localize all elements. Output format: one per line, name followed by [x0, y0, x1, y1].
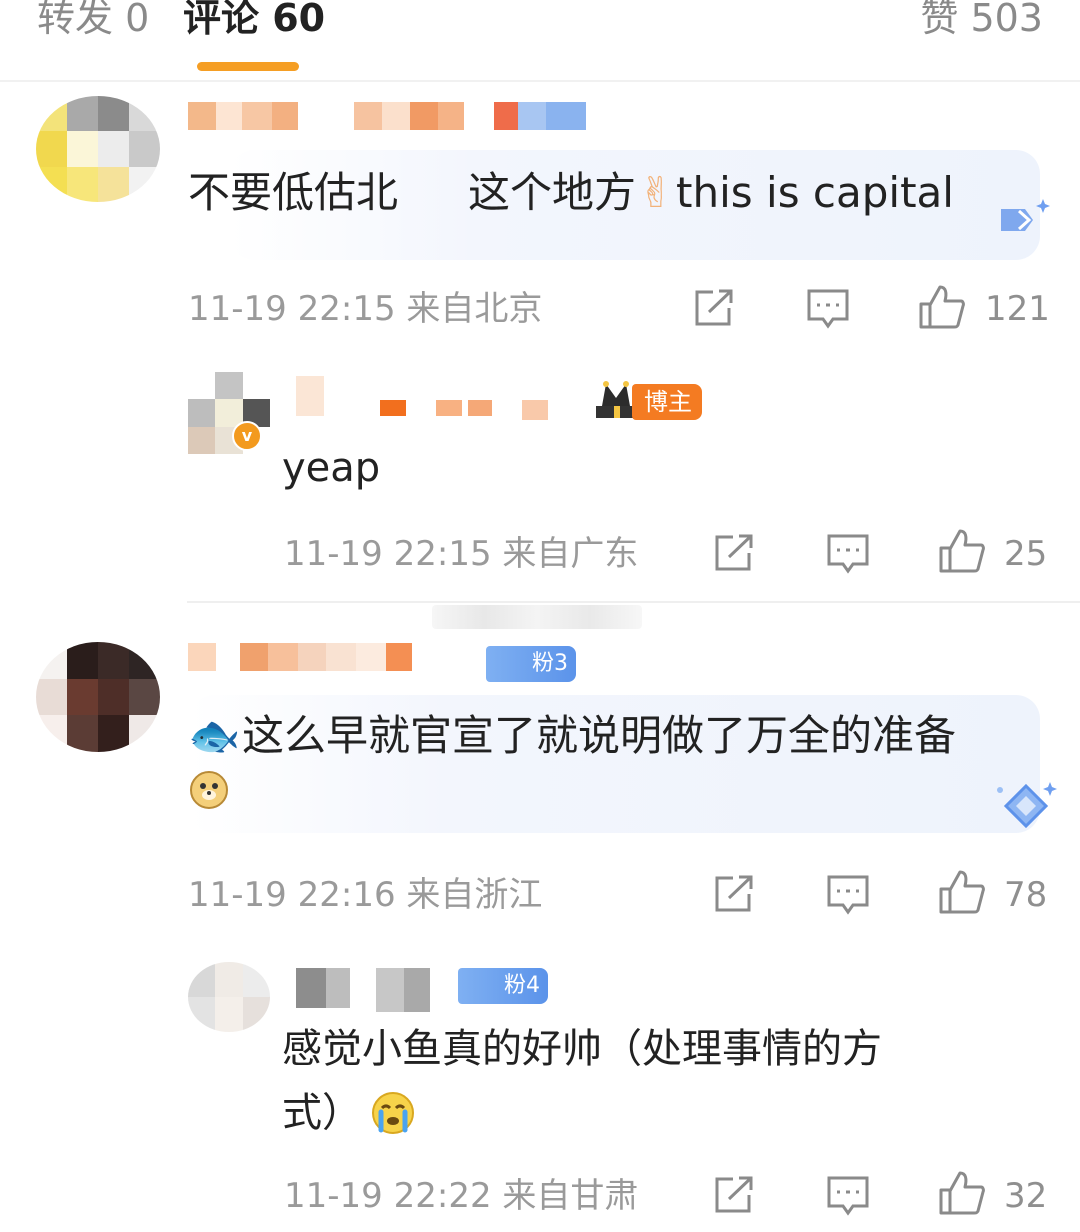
comment-icon[interactable]	[826, 533, 870, 575]
tab-divider	[0, 80, 1080, 82]
finger-heart-emoji-icon: ✌	[638, 168, 674, 217]
like-icon[interactable]	[938, 869, 986, 915]
avatar[interactable]	[36, 96, 160, 202]
share-icon[interactable]	[713, 533, 755, 573]
active-tab-indicator	[197, 62, 299, 71]
watermark-blur	[432, 605, 642, 629]
like-count: 121	[985, 289, 1050, 329]
share-icon[interactable]	[713, 1175, 755, 1215]
crying-emoji-icon	[370, 1090, 416, 1140]
reply-timestamp: 11-19 22:22 来自甘肃	[284, 1176, 639, 1216]
share-icon[interactable]	[713, 874, 755, 914]
comment-timestamp: 11-19 22:16 来自浙江	[188, 875, 543, 915]
like-count: 78	[1004, 875, 1048, 915]
share-icon[interactable]	[693, 288, 735, 328]
username-blurred[interactable]	[188, 643, 440, 671]
verified-badge-icon: v	[232, 421, 262, 451]
doge-emoji-icon	[188, 768, 230, 814]
fan-level-badge: 粉3	[486, 646, 576, 682]
comment-text: 不要低估北 这个地方✌this is capital	[188, 165, 954, 221]
comment-icon[interactable]	[806, 288, 850, 330]
reply-text: 感觉小鱼真的好帅（处理事情的方	[282, 1026, 882, 1072]
tab-repost[interactable]: 转发 0	[37, 0, 149, 44]
like-count: 32	[1004, 1176, 1048, 1216]
reply-text-line2: 式）	[282, 1090, 362, 1136]
avatar[interactable]	[188, 962, 270, 1032]
diamond-decoration-icon	[992, 780, 1062, 840]
tab-comments[interactable]: 评论 60	[183, 0, 325, 44]
comment-icon[interactable]	[826, 874, 870, 916]
avatar[interactable]	[36, 642, 160, 752]
comment-text: 🐟这么早就官宣了就说明做了万全的准备	[188, 708, 956, 764]
comment-timestamp: 11-19 22:15 来自北京	[188, 289, 543, 329]
reply-text: yeap	[282, 445, 381, 491]
username-blurred[interactable]	[188, 102, 586, 130]
fish-emoji-icon: 🐟	[188, 711, 241, 760]
comment-icon[interactable]	[826, 1175, 870, 1217]
username-blurred[interactable]	[296, 376, 548, 420]
tab-likes[interactable]: 赞 503	[920, 0, 1043, 44]
host-badge: 博主	[632, 384, 702, 420]
username-blurred[interactable]	[296, 968, 430, 1012]
sparkle-decoration-icon	[995, 195, 1055, 249]
like-icon[interactable]	[938, 528, 986, 574]
reply-timestamp: 11-19 22:15 来自广东	[284, 534, 639, 574]
like-count: 25	[1004, 534, 1048, 574]
thread-divider	[187, 601, 1080, 603]
fan-level-badge: 粉4	[458, 968, 548, 1004]
like-icon[interactable]	[938, 1170, 986, 1216]
like-icon[interactable]	[918, 284, 966, 330]
